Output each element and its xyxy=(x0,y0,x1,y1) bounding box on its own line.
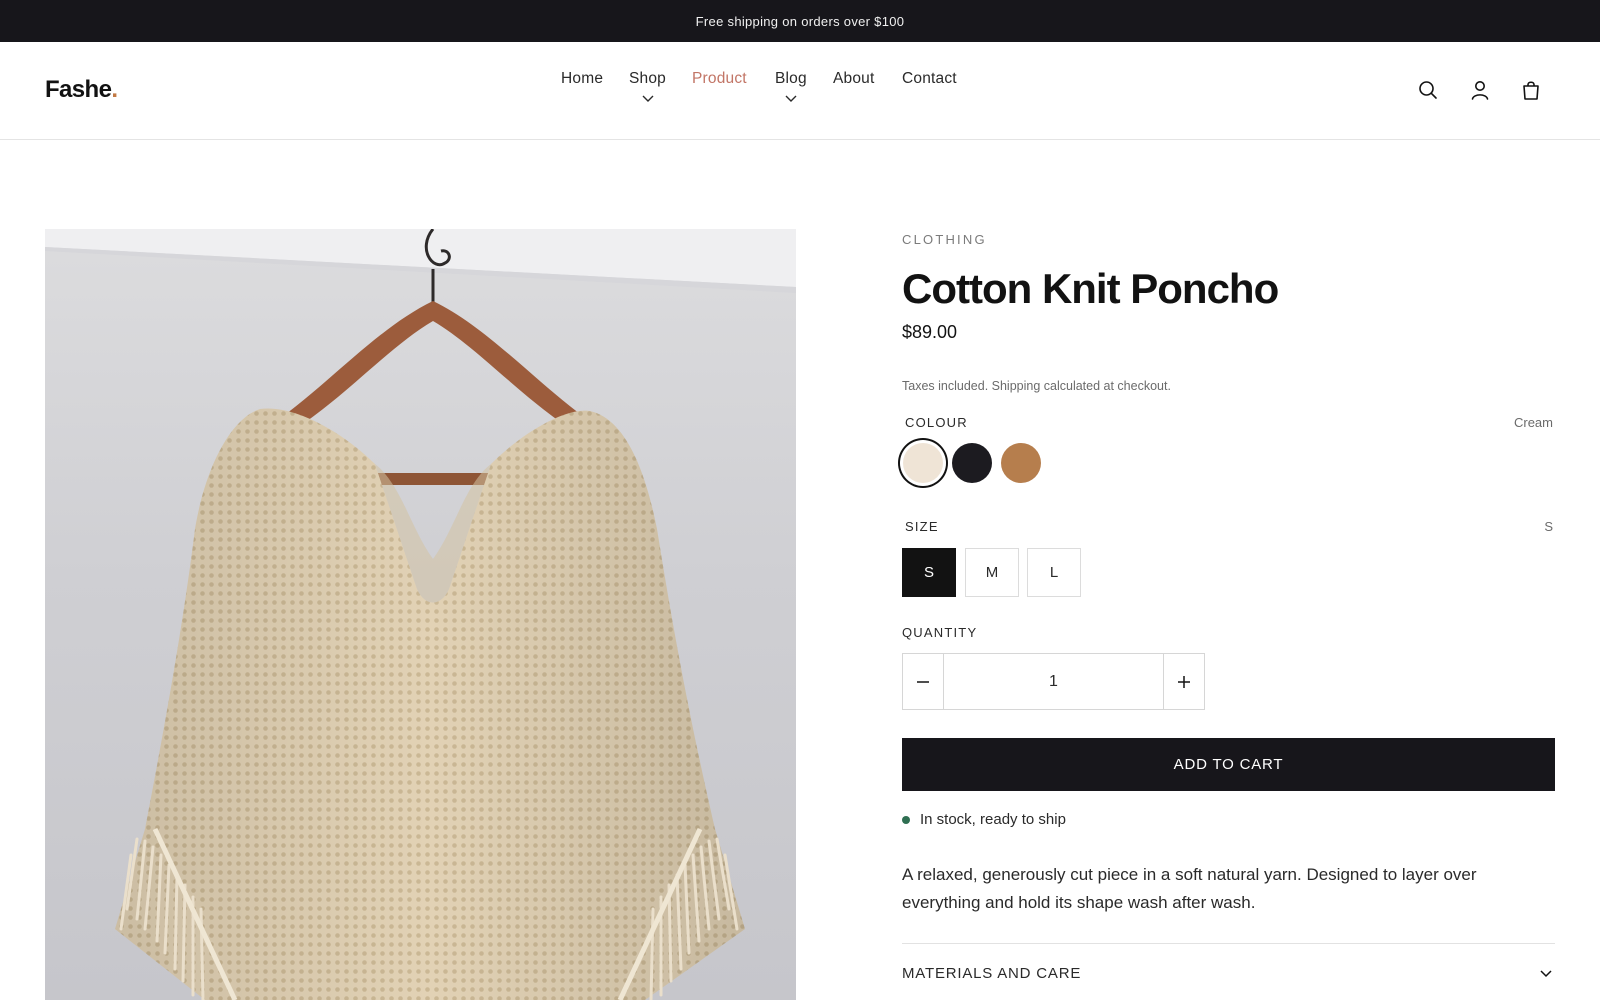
product-title: Cotton Knit Poncho xyxy=(902,265,1279,312)
quantity-input[interactable]: 1 xyxy=(943,654,1164,709)
size-option-l[interactable]: L xyxy=(1027,548,1081,597)
nav-about[interactable]: About xyxy=(833,70,875,88)
quantity-increase-button[interactable] xyxy=(1164,654,1204,709)
announcement-text: Free shipping on orders over $100 xyxy=(695,13,905,29)
size-option-m[interactable]: M xyxy=(965,548,1019,597)
nav-blog[interactable]: Blog xyxy=(775,70,807,102)
quantity-label: QUANTITY xyxy=(902,625,978,640)
quantity-stepper: 1 xyxy=(902,653,1205,710)
product-image xyxy=(45,229,796,1000)
tax-note: Taxes included. Shipping calculated at c… xyxy=(902,379,1171,393)
account-icon[interactable] xyxy=(1468,78,1492,102)
colour-selected-value: Cream xyxy=(1513,415,1553,430)
chevron-down-icon xyxy=(785,95,797,102)
product-category: CLOTHING xyxy=(902,232,987,247)
announcement-bar: Free shipping on orders over $100 xyxy=(0,0,1600,42)
quantity-decrease-button[interactable] xyxy=(903,654,943,709)
colour-label: COLOUR xyxy=(905,415,968,430)
chevron-down-icon xyxy=(1540,970,1552,978)
search-icon[interactable] xyxy=(1416,78,1440,102)
plus-icon xyxy=(1178,675,1190,688)
add-to-cart-button[interactable]: ADD TO CART xyxy=(902,738,1555,791)
stock-status: In stock, ready to ship xyxy=(902,811,1066,828)
nav-product[interactable]: Product xyxy=(692,70,747,88)
product-price: $89.00 xyxy=(902,322,958,342)
stock-text: In stock, ready to ship xyxy=(920,811,1066,828)
size-selected-value: S xyxy=(1544,519,1553,534)
minus-icon xyxy=(917,680,929,683)
nav-contact-label: Contact xyxy=(902,70,957,87)
poncho-illustration xyxy=(45,229,796,1000)
swatch-cream[interactable] xyxy=(903,443,943,483)
materials-care-accordion[interactable]: MATERIALS AND CARE xyxy=(902,959,1555,995)
size-label: SIZE xyxy=(905,519,939,534)
divider xyxy=(902,943,1555,944)
nav-home-label: Home xyxy=(561,70,604,87)
product-description: A relaxed, generously cut piece in a sof… xyxy=(902,865,1477,912)
swatch-black[interactable] xyxy=(952,443,992,483)
stock-dot-icon xyxy=(902,815,910,824)
site-header: Fashe. Home Shop Product Blog About Cont… xyxy=(0,42,1600,140)
nav-shop-label: Shop xyxy=(629,70,666,87)
chevron-down-icon xyxy=(642,95,653,102)
nav-contact[interactable]: Contact xyxy=(902,70,957,88)
swatch-tan[interactable] xyxy=(1001,443,1041,483)
main-nav: Home Shop Product Blog About Contact xyxy=(0,70,1600,120)
cart-bag-icon[interactable] xyxy=(1519,78,1543,102)
nav-about-label: About xyxy=(833,70,875,87)
nav-product-label: Product xyxy=(692,70,747,87)
nav-shop[interactable]: Shop xyxy=(629,70,666,102)
accordion-label: MATERIALS AND CARE xyxy=(902,965,1082,982)
nav-blog-label: Blog xyxy=(775,70,807,87)
nav-home[interactable]: Home xyxy=(561,70,603,88)
size-option-s[interactable]: S xyxy=(902,548,956,597)
